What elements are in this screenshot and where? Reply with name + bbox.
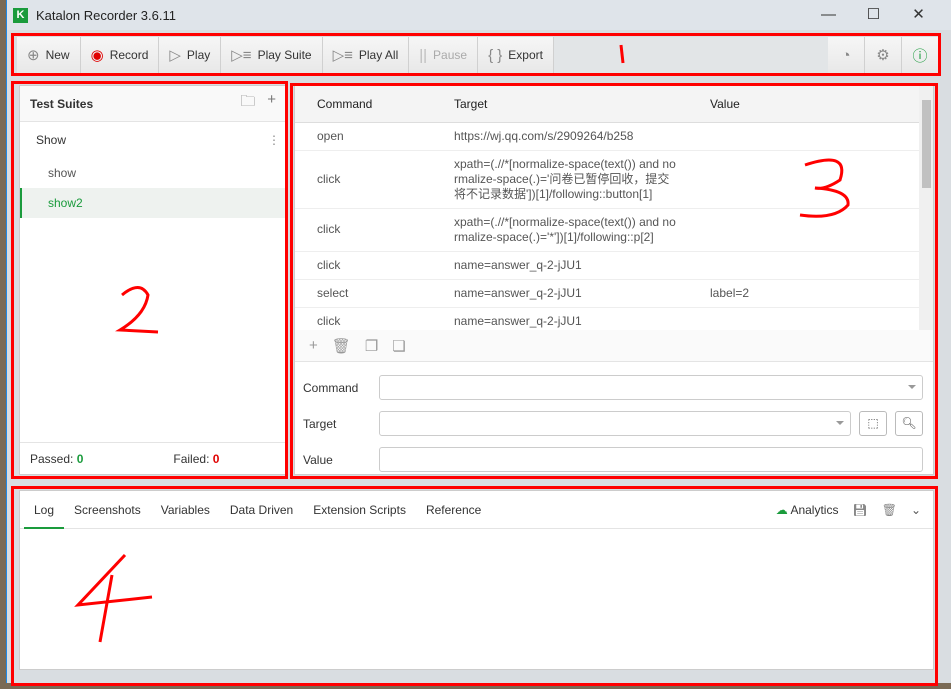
handwritten-annotations (74, 44, 850, 643)
annotation-1 (619, 44, 625, 64)
annotation-4 (74, 553, 153, 643)
annotation-2 (115, 286, 159, 334)
annotation-3 (799, 158, 850, 218)
